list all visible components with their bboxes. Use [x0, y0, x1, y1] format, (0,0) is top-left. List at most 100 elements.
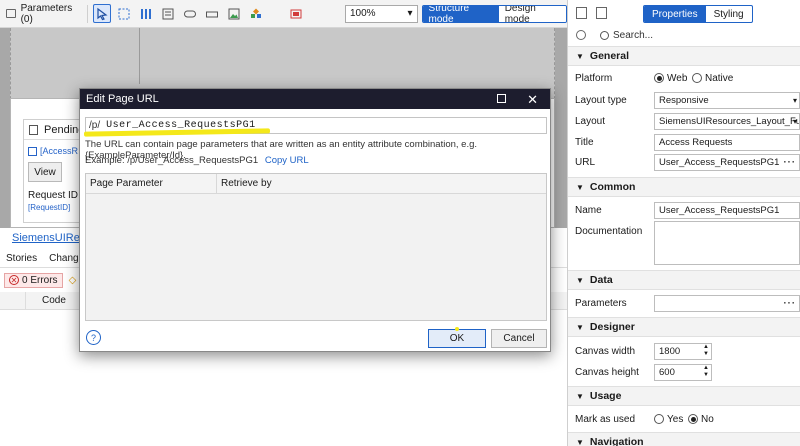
design-mode-button[interactable]: Design mode [498, 5, 566, 22]
more-icon[interactable]: ··· [784, 298, 797, 309]
access-label: [AccessR [40, 146, 79, 156]
link-icon[interactable] [203, 4, 221, 23]
zoom-value: 100% [349, 8, 376, 19]
view-button[interactable]: View [28, 162, 62, 182]
canvas-height-value: 600 [659, 366, 675, 378]
section-general-label: General [589, 50, 630, 62]
name-field[interactable]: User_Access_RequestsPG1 [654, 201, 800, 219]
section-common[interactable]: ▼ Common [568, 177, 800, 197]
chevron-down-icon: ▼ [576, 182, 584, 192]
chevron-down-icon: ▾ [792, 95, 797, 105]
retrieve-by-column-header[interactable]: Retrieve by [217, 174, 276, 193]
mark-used-yes-radio[interactable]: Yes [654, 414, 683, 425]
widgets-icon[interactable] [247, 4, 265, 23]
url-field[interactable]: User_Access_RequestsPG1 ··· [654, 153, 800, 171]
open-document-icon[interactable] [596, 7, 607, 19]
properties-tabs: Properties Styling [643, 5, 753, 23]
chevron-down-icon: ▼ [576, 437, 584, 446]
parameters-button[interactable]: Parameters (0) [0, 3, 84, 25]
page-icon [29, 124, 38, 135]
zoom-select[interactable]: 100% ▾ [344, 4, 418, 23]
param-table-body[interactable] [86, 194, 546, 320]
title-value: Access Requests [659, 136, 733, 148]
errors-filter-button[interactable]: ✕ 0 Errors [4, 272, 63, 288]
parameters-field[interactable]: ··· [654, 294, 800, 312]
name-value: User_Access_RequestsPG1 [659, 204, 780, 216]
layout-type-select[interactable]: Responsive ▾ [654, 91, 800, 109]
radio-empty-icon [654, 414, 664, 424]
platform-web-radio[interactable]: Web [654, 73, 687, 84]
parameters-row: Parameters ··· [568, 293, 800, 313]
no-label: No [701, 413, 714, 425]
layout-grid-icon[interactable] [137, 4, 155, 23]
parameters-label: Parameters (0) [20, 2, 73, 25]
dialog-title: Edit Page URL [86, 93, 159, 105]
ok-label: OK [449, 333, 465, 344]
mark-used-no-radio[interactable]: No [688, 414, 714, 425]
editor-toolbar: Parameters (0) 100% ▾ Structure mode Des… [0, 0, 567, 28]
radio-selected-icon [654, 73, 664, 83]
section-navigation-label: Navigation [589, 436, 644, 446]
section-general[interactable]: ▼ General [568, 46, 800, 66]
stepper-arrows-icon[interactable]: ▲ ▼ [703, 344, 709, 358]
maximize-icon[interactable] [497, 94, 506, 103]
snippet-icon[interactable] [287, 4, 305, 23]
documentation-label: Documentation [575, 225, 643, 237]
param-table-header: Page Parameter Retrieve by [86, 174, 546, 194]
table-icon [28, 146, 37, 156]
tab-stories[interactable]: Stories [6, 253, 37, 264]
canvas-width-value: 1800 [659, 345, 681, 357]
radio-empty-icon [692, 73, 702, 83]
panel-toggle-icon[interactable] [576, 7, 587, 19]
image-icon[interactable] [225, 4, 243, 23]
stepper-arrows-icon[interactable]: ▲ ▼ [703, 365, 709, 379]
layout-row: Layout SiemensUIResources_Layout_Fullw ▾ [568, 111, 800, 131]
layout-type-row: Layout type Responsive ▾ [568, 90, 800, 110]
ok-button[interactable]: OK [428, 327, 486, 348]
edit-page-url-dialog: Edit Page URL ✕ /p/ User_Access_Requests… [79, 88, 551, 352]
layout-select[interactable]: SiemensUIResources_Layout_Fullw ▾ [654, 112, 800, 130]
section-data[interactable]: ▼ Data [568, 270, 800, 290]
cancel-button[interactable]: Cancel [491, 329, 547, 348]
text-box-icon[interactable] [181, 4, 199, 23]
url-label: URL [575, 156, 596, 168]
data-view-icon[interactable] [159, 4, 177, 23]
tab-styling[interactable]: Styling [706, 6, 752, 22]
more-icon[interactable]: ··· [784, 157, 797, 168]
warning-icon[interactable]: ◇ [69, 275, 77, 286]
url-example-text: Example: /p/User_Access_RequestsPG1 [85, 155, 259, 166]
section-designer[interactable]: ▼ Designer [568, 317, 800, 337]
title-field[interactable]: Access Requests [654, 133, 800, 151]
section-navigation[interactable]: ▼ Navigation [568, 432, 800, 446]
page-parameter-column-header[interactable]: Page Parameter [86, 174, 217, 193]
tab-properties[interactable]: Properties [644, 6, 706, 22]
search-input[interactable]: Search... [613, 30, 653, 41]
layout-type-label: Layout type [575, 94, 627, 106]
canvas-width-row: Canvas width 1800 ▲ ▼ [568, 341, 800, 361]
canvas-height-label: Canvas height [575, 366, 639, 378]
help-icon[interactable]: ? [86, 330, 101, 345]
platform-native-radio[interactable]: Native [692, 73, 733, 84]
properties-search[interactable]: Search... [568, 26, 800, 44]
close-icon[interactable]: ✕ [527, 92, 538, 108]
select-icon[interactable] [92, 4, 111, 23]
chevron-down-icon: ▼ [576, 51, 584, 61]
section-usage[interactable]: ▼ Usage [568, 386, 800, 406]
copy-url-link[interactable]: Copy URL [265, 155, 309, 166]
parameters-icon [6, 9, 16, 18]
gear-icon[interactable] [576, 30, 586, 40]
structure-mode-button[interactable]: Structure mode [422, 5, 499, 22]
documentation-textarea[interactable] [654, 221, 800, 265]
chevron-down-icon: ▾ [792, 116, 797, 126]
errors-count: 0 Errors [22, 274, 58, 286]
properties-panel: Properties Styling Search... ▼ General P… [567, 0, 800, 446]
layout-value: SiemensUIResources_Layout_Fullw [659, 115, 800, 127]
canvas-width-stepper[interactable]: 1800 ▲ ▼ [654, 342, 712, 360]
platform-row: Platform Web Native [568, 68, 800, 88]
name-row: Name User_Access_RequestsPG1 [568, 200, 800, 220]
canvas-header-column [139, 28, 556, 84]
canvas-height-stepper[interactable]: 600 ▲ ▼ [654, 363, 712, 381]
code-column-header[interactable]: Code [42, 295, 66, 306]
container-icon[interactable] [115, 4, 133, 23]
platform-web-label: Web [667, 72, 688, 84]
